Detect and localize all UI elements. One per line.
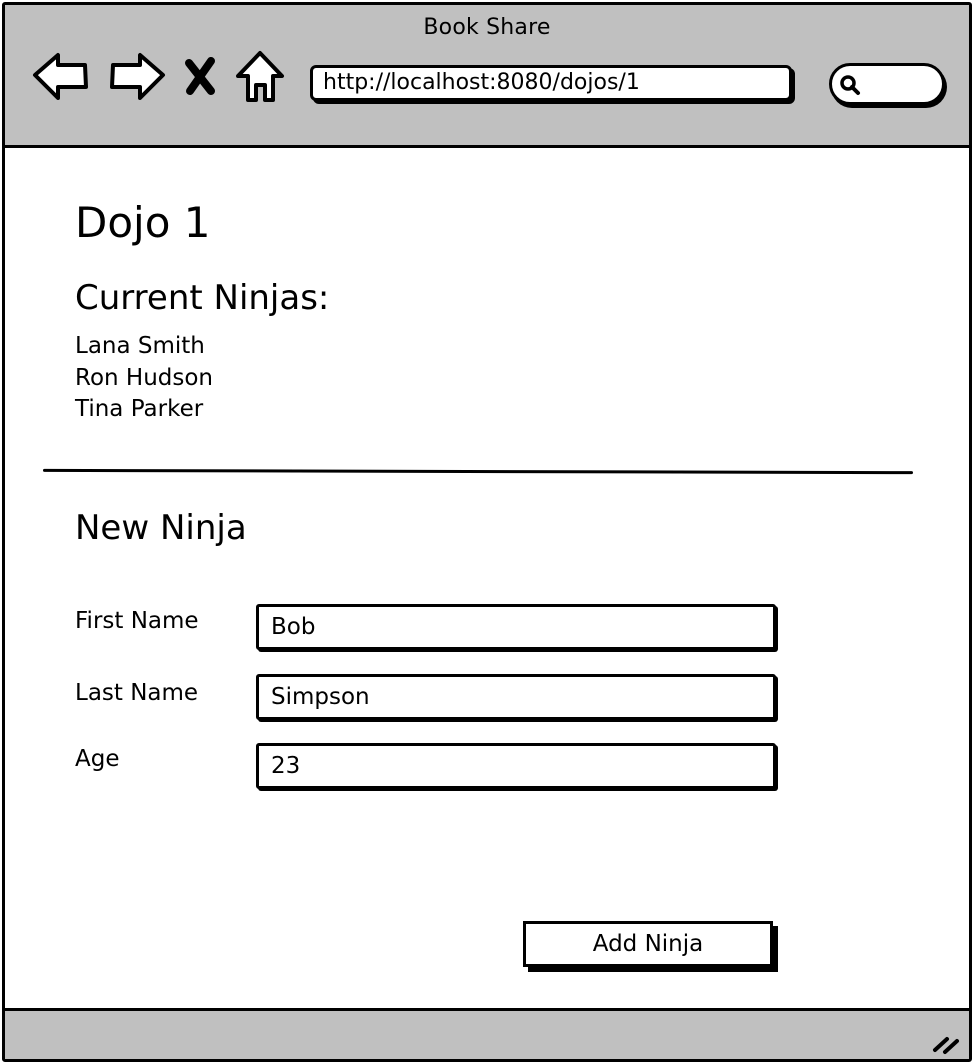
resize-grip-icon[interactable]: [931, 1030, 961, 1056]
address-bar[interactable]: http://localhost:8080/dojos/1: [310, 65, 792, 101]
list-item: Tina Parker: [75, 396, 204, 422]
home-button[interactable]: [235, 45, 285, 107]
add-ninja-button[interactable]: Add Ninja: [523, 921, 773, 967]
first-name-field[interactable]: [256, 604, 776, 650]
last-name-field[interactable]: [256, 674, 776, 720]
list-item: Ron Hudson: [75, 364, 214, 391]
arrow-left-icon: [33, 53, 88, 100]
window-title: Book Share: [423, 15, 551, 40]
close-icon: [185, 57, 215, 95]
search-icon: [840, 75, 860, 95]
search-input[interactable]: [829, 63, 945, 105]
first-name-label: First Name: [75, 608, 199, 634]
browser-toolbar: Book Share http://localhost:8080/dojos/1: [5, 5, 969, 148]
stop-button[interactable]: [181, 45, 221, 107]
age-label: Age: [75, 746, 120, 772]
list-item: Lana Smith: [75, 333, 205, 359]
browser-window: Book Share http://localhost:8080/dojos/1: [2, 2, 972, 1062]
current-ninjas-heading: Current Ninjas:: [75, 278, 330, 318]
forward-button[interactable]: [107, 45, 167, 107]
ninja-list: Lana Smith Ron Hudson Tina Parker: [75, 331, 213, 426]
home-icon: [236, 51, 284, 102]
section-divider: [42, 468, 914, 475]
arrow-right-icon: [110, 53, 165, 100]
last-name-label: Last Name: [75, 680, 199, 706]
new-ninja-heading: New Ninja: [75, 508, 247, 548]
back-button[interactable]: [31, 45, 91, 107]
page-title: Dojo 1: [75, 198, 211, 247]
age-field[interactable]: [256, 743, 776, 789]
status-bar: [5, 1008, 969, 1059]
